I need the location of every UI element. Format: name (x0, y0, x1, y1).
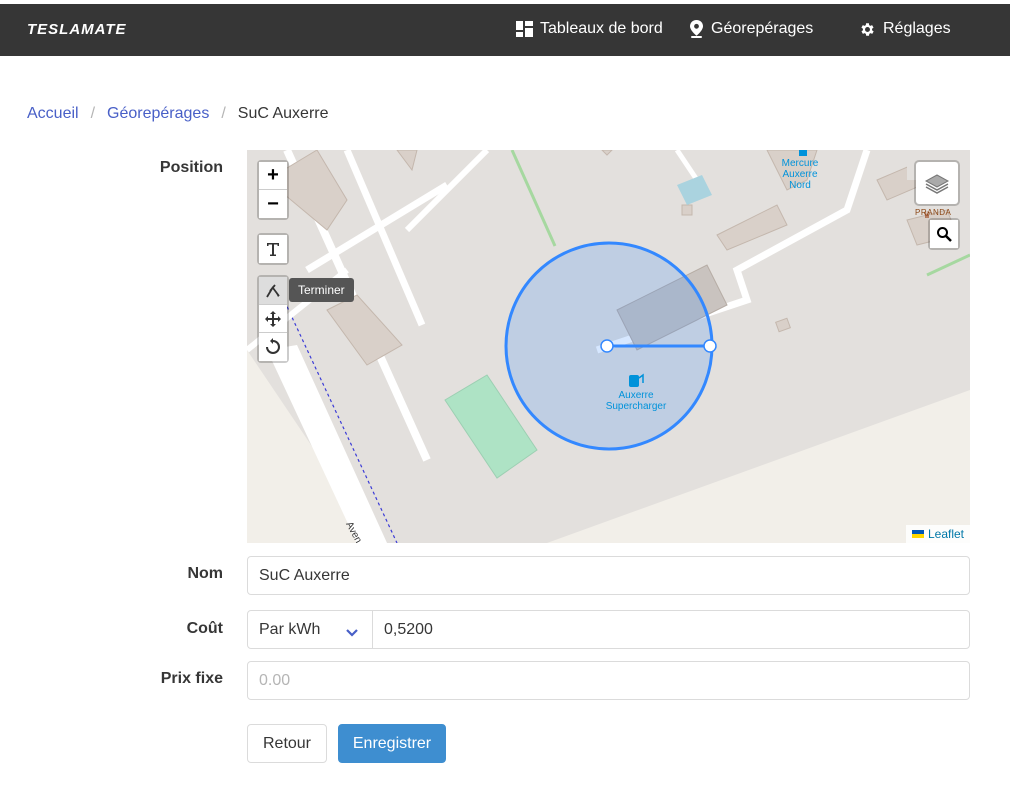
brand-logo[interactable]: TESLAMATE (27, 21, 127, 38)
finish-tooltip[interactable]: Terminer (289, 278, 354, 302)
poi-shop-label: PRANDA (915, 208, 952, 217)
cost-mode-value: Par kWh (259, 620, 321, 638)
breadcrumb-separator: / (90, 105, 96, 122)
breadcrumb-separator: / (221, 105, 226, 122)
map-marker-icon (689, 20, 704, 38)
map-view[interactable]: ♛ Mercure Auxerre Nord PRANDA Auxerre Su… (247, 150, 970, 543)
save-button[interactable]: Enregistrer (338, 724, 446, 763)
cost-label: Coût (186, 620, 223, 637)
navbar: TESLAMATE Tableaux de bord Géorepérages … (0, 4, 1010, 56)
draw-tools-control (257, 275, 289, 363)
nav-settings-label: Réglages (883, 20, 951, 37)
gear-icon (859, 21, 876, 38)
breadcrumb-current: SuC Auxerre (237, 105, 329, 122)
poi-supercharger-label[interactable]: Auxerre Supercharger (597, 390, 675, 412)
nav-geofences[interactable]: Géorepérages (689, 20, 813, 38)
nav-geofences-label: Géorepérages (711, 20, 814, 37)
zoom-control: + − (257, 160, 289, 220)
leaflet-link[interactable]: Leaflet (928, 527, 964, 541)
zoom-in-button[interactable]: + (259, 162, 287, 190)
dashboard-icon (516, 21, 533, 37)
chevron-down-icon (346, 625, 358, 643)
nav-dashboards-label: Tableaux de bord (540, 20, 663, 37)
nav-settings[interactable]: Réglages (859, 20, 951, 38)
name-input[interactable]: SuC Auxerre (247, 556, 970, 595)
search-icon[interactable] (930, 220, 958, 248)
layers-control[interactable] (914, 160, 960, 206)
name-label: Nom (187, 565, 223, 582)
move-icon[interactable] (259, 305, 287, 333)
position-label: Position (159, 159, 223, 176)
cost-mode-select[interactable]: Par kWh (247, 610, 373, 649)
map-tiles: ♛ (247, 150, 970, 543)
fixed-price-label: Prix fixe (160, 670, 223, 687)
cost-input[interactable]: 0,5200 (372, 610, 970, 649)
map-attribution: Leaflet (905, 525, 970, 543)
zoom-out-button[interactable]: − (259, 190, 287, 218)
ukraine-flag-icon (911, 530, 924, 538)
fixed-price-input[interactable]: 0.00 (247, 661, 970, 700)
breadcrumb-home[interactable]: Accueil (27, 105, 79, 123)
poi-hotel-label: Mercure Auxerre Nord (781, 158, 819, 191)
draw-circle-icon[interactable] (259, 277, 287, 305)
text-tool-icon[interactable] (259, 235, 287, 263)
search-control (928, 218, 960, 250)
back-button[interactable]: Retour (247, 724, 327, 763)
layers-icon (916, 162, 958, 204)
rotate-icon[interactable] (259, 333, 287, 361)
breadcrumb: Accueil / Géorepérages / SuC Auxerre (27, 105, 329, 123)
breadcrumb-geofences[interactable]: Géorepérages (107, 105, 209, 123)
nav-dashboards[interactable]: Tableaux de bord (516, 20, 663, 38)
text-tool-control (257, 233, 289, 265)
